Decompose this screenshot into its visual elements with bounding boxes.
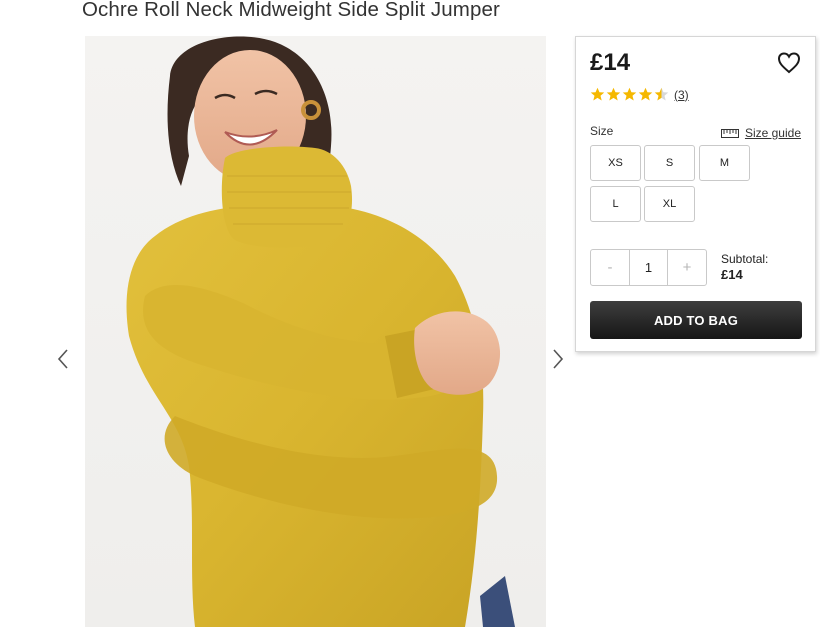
review-count-link[interactable]: (3) bbox=[674, 88, 689, 102]
ruler-icon bbox=[720, 128, 739, 138]
gallery-next-button[interactable] bbox=[551, 348, 565, 370]
quantity-input[interactable]: 1 bbox=[629, 250, 668, 285]
product-image[interactable] bbox=[85, 36, 546, 627]
star-full-icon bbox=[606, 87, 621, 101]
chevron-right-icon bbox=[553, 349, 564, 369]
size-guide-link[interactable]: Size guide bbox=[720, 126, 801, 140]
star-full-icon bbox=[638, 87, 653, 101]
size-option-s[interactable]: S bbox=[644, 145, 695, 181]
star-full-icon bbox=[622, 87, 637, 101]
buy-panel: £14 (3) Size Size guide XS S M L XL - 1 … bbox=[575, 36, 816, 352]
subtotal-value: £14 bbox=[721, 267, 743, 282]
size-label: Size bbox=[590, 124, 614, 138]
subtotal: Subtotal: £14 bbox=[721, 251, 768, 283]
heart-outline-icon bbox=[777, 52, 801, 74]
size-option-l[interactable]: L bbox=[590, 186, 641, 222]
quantity-increase-button[interactable]: + bbox=[668, 250, 706, 285]
rating: (3) bbox=[590, 87, 689, 102]
wishlist-button[interactable] bbox=[777, 51, 801, 75]
gallery-prev-button[interactable] bbox=[56, 348, 70, 370]
size-guide-label: Size guide bbox=[744, 126, 801, 140]
star-full-icon bbox=[590, 87, 605, 101]
price: £14 bbox=[590, 49, 631, 76]
add-to-bag-button[interactable]: ADD TO BAG bbox=[590, 301, 802, 339]
size-option-m[interactable]: M bbox=[699, 145, 750, 181]
page-title: Ochre Roll Neck Midweight Side Split Jum… bbox=[82, 0, 500, 21]
quantity-decrease-button[interactable]: - bbox=[591, 250, 629, 285]
chevron-left-icon bbox=[57, 349, 68, 369]
size-option-xs[interactable]: XS bbox=[590, 145, 641, 181]
subtotal-label: Subtotal: bbox=[721, 252, 769, 266]
product-photo bbox=[85, 36, 546, 627]
quantity-stepper: - 1 + bbox=[590, 249, 707, 286]
size-option-xl[interactable]: XL bbox=[644, 186, 695, 222]
star-half-icon bbox=[654, 87, 669, 101]
star-rating bbox=[590, 87, 669, 102]
